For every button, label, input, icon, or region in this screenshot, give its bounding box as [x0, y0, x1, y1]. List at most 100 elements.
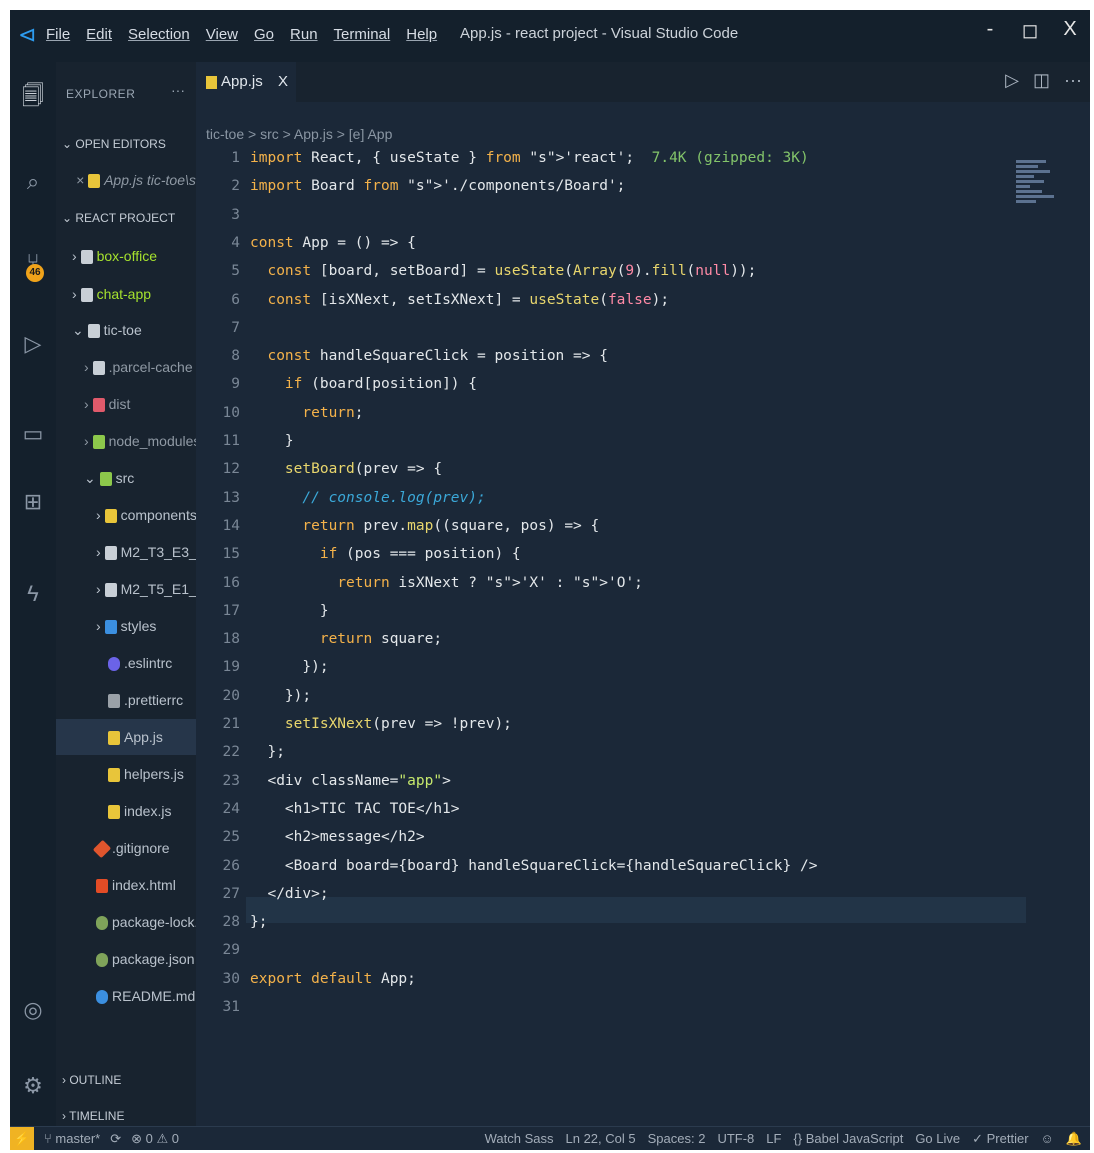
- code-line[interactable]: return;: [250, 405, 363, 421]
- menu-view[interactable]: View: [204, 24, 240, 45]
- code-editor[interactable]: 1 import React, { useState } from "s">'re…: [196, 150, 1026, 1050]
- settings-gear-icon[interactable]: ⚙: [10, 1066, 56, 1106]
- menu-help[interactable]: Help: [404, 24, 439, 45]
- tree-item-chat-app[interactable]: › chat-app: [56, 276, 196, 312]
- split-editor-icon[interactable]: ◫: [1033, 70, 1050, 91]
- minimize-button[interactable]: -: [970, 18, 1010, 43]
- remote-icon[interactable]: ⚡: [10, 1127, 34, 1150]
- code-line[interactable]: };: [250, 744, 284, 760]
- watch-sass-button[interactable]: Watch Sass: [485, 1127, 554, 1150]
- code-line[interactable]: });: [250, 659, 328, 675]
- tree-item-package-lock[interactable]: package-lock.json: [56, 904, 196, 940]
- code-line[interactable]: <Board board={board} handleSquareClick={…: [250, 858, 818, 874]
- code-line[interactable]: import Board from "s">'./components/Boar…: [250, 178, 625, 194]
- code-line[interactable]: <div className="app">: [250, 773, 450, 789]
- tree-item-eslintrc[interactable]: .eslintrc: [56, 645, 196, 681]
- account-icon[interactable]: ◎: [10, 990, 56, 1030]
- tree-item-dist[interactable]: › dist: [56, 386, 196, 422]
- code-line[interactable]: if (pos === position) {: [250, 546, 521, 562]
- more-actions-icon[interactable]: ···: [1064, 70, 1082, 91]
- tree-item-box-office[interactable]: › box-office: [56, 238, 196, 274]
- line-number: 19: [222, 659, 240, 676]
- tree-item-src[interactable]: ⌄ src: [56, 460, 196, 496]
- sync-icon[interactable]: ⟳: [110, 1127, 121, 1150]
- code-line[interactable]: });: [250, 688, 311, 704]
- prettier-icon: [108, 694, 120, 709]
- explorer-more-button[interactable]: ···: [171, 82, 185, 98]
- project-section[interactable]: ⌄ REACT PROJECT: [56, 200, 196, 236]
- extensions-icon[interactable]: ⊞: [10, 482, 56, 522]
- tree-item-prettierrc[interactable]: .prettierrc: [56, 682, 196, 718]
- cursor-position[interactable]: Ln 22, Col 5: [566, 1127, 636, 1150]
- code-line[interactable]: const handleSquareClick = position => {: [250, 348, 607, 364]
- branch-icon[interactable]: ⑂ master*: [44, 1127, 100, 1150]
- line-ending[interactable]: LF: [766, 1127, 781, 1150]
- code-line[interactable]: return square;: [250, 631, 442, 647]
- search-icon[interactable]: ⌕: [10, 162, 56, 202]
- tree-item-tic-toe[interactable]: ⌄ tic-toe: [56, 312, 196, 348]
- prettier-status[interactable]: ✓ Prettier: [972, 1127, 1028, 1150]
- lightning-icon[interactable]: ϟ: [10, 574, 56, 614]
- menu-run[interactable]: Run: [288, 24, 320, 45]
- code-line[interactable]: };: [250, 914, 267, 930]
- tab-close-button[interactable]: X: [278, 62, 288, 102]
- code-line[interactable]: }: [250, 433, 294, 449]
- language-mode[interactable]: {} Babel JavaScript: [793, 1127, 903, 1150]
- code-line[interactable]: }: [250, 603, 329, 619]
- tree-item-readme[interactable]: README.md: [56, 978, 196, 1014]
- code-line[interactable]: return prev.map((square, pos) => {: [250, 518, 599, 534]
- timeline-section[interactable]: › TIMELINE: [56, 1098, 196, 1126]
- menu-selection[interactable]: Selection: [126, 24, 192, 45]
- code-line[interactable]: </div>;: [250, 886, 328, 902]
- code-line[interactable]: setIsXNext(prev => !prev);: [250, 716, 512, 732]
- folder-icon: [80, 250, 93, 265]
- tab-app-js[interactable]: App.js X: [196, 62, 296, 102]
- open-editors-section[interactable]: ⌄ OPEN EDITORS: [56, 126, 196, 162]
- encoding[interactable]: UTF-8: [717, 1127, 754, 1150]
- open-editor-item[interactable]: × App.js tic-toe\src: [56, 162, 196, 198]
- breadcrumb[interactable]: tic-toe > src > App.js > [e] App: [206, 126, 392, 142]
- tree-item-styles[interactable]: › styles: [56, 608, 196, 644]
- feedback-icon[interactable]: ☺: [1041, 1127, 1054, 1150]
- indentation[interactable]: Spaces: 2: [648, 1127, 706, 1150]
- problems-indicator[interactable]: ⊗ 0 ⚠ 0: [131, 1127, 179, 1150]
- run-debug-icon[interactable]: ▷: [10, 324, 56, 364]
- tree-item-helpers-js[interactable]: helpers.js: [56, 756, 196, 792]
- outline-section[interactable]: › OUTLINE: [56, 1062, 196, 1098]
- code-line[interactable]: setBoard(prev => {: [250, 461, 442, 477]
- code-line[interactable]: if (board[position]) {: [250, 376, 477, 392]
- folder-icon: [104, 583, 117, 598]
- menu-file[interactable]: File: [44, 24, 72, 45]
- menu-edit[interactable]: Edit: [84, 24, 114, 45]
- remote-explorer-icon[interactable]: ▭: [10, 414, 56, 454]
- code-line[interactable]: import React, { useState } from "s">'rea…: [250, 150, 809, 166]
- tree-item-index-html[interactable]: index.html: [56, 867, 196, 903]
- code-line[interactable]: <h2>message</h2>: [250, 829, 425, 845]
- run-icon[interactable]: ▷: [1005, 70, 1019, 91]
- go-live-button[interactable]: Go Live: [915, 1127, 960, 1150]
- files-icon[interactable]: 🗐: [10, 76, 56, 116]
- tree-item-app-js[interactable]: App.js: [56, 719, 196, 755]
- code-line[interactable]: return isXNext ? "s">'X' : "s">'O';: [250, 575, 643, 591]
- notifications-icon[interactable]: 🔔: [1066, 1127, 1082, 1150]
- menu-go[interactable]: Go: [252, 24, 276, 45]
- tree-item-m2-t3[interactable]: › M2_T3_E3_Win...: [56, 534, 196, 570]
- code-line[interactable]: const [isXNext, setIsXNext] = useState(f…: [250, 292, 669, 308]
- tree-item-components[interactable]: › components: [56, 497, 196, 533]
- maximize-button[interactable]: ◻: [1010, 18, 1050, 43]
- tree-item-gitignore[interactable]: .gitignore: [56, 830, 196, 866]
- line-number: 21: [222, 716, 240, 732]
- tree-item-parcel-cache[interactable]: › .parcel-cache: [56, 349, 196, 385]
- code-line[interactable]: const App = () => {: [250, 235, 416, 251]
- tree-item-package-json[interactable]: package.json: [56, 941, 196, 977]
- code-line[interactable]: // console.log(prev);: [250, 490, 485, 506]
- line-number: 16: [222, 574, 240, 591]
- close-button[interactable]: X: [1050, 18, 1090, 43]
- code-line[interactable]: export default App;: [250, 971, 416, 987]
- tree-item-node-modules[interactable]: › node_modules: [56, 423, 196, 459]
- code-line[interactable]: const [board, setBoard] = useState(Array…: [250, 263, 756, 279]
- code-line[interactable]: <h1>TIC TAC TOE</h1>: [250, 801, 460, 817]
- tree-item-index-js[interactable]: index.js: [56, 793, 196, 829]
- tree-item-m2-t5[interactable]: › M2_T5_E1_Styli...: [56, 571, 196, 607]
- menu-terminal[interactable]: Terminal: [332, 24, 393, 45]
